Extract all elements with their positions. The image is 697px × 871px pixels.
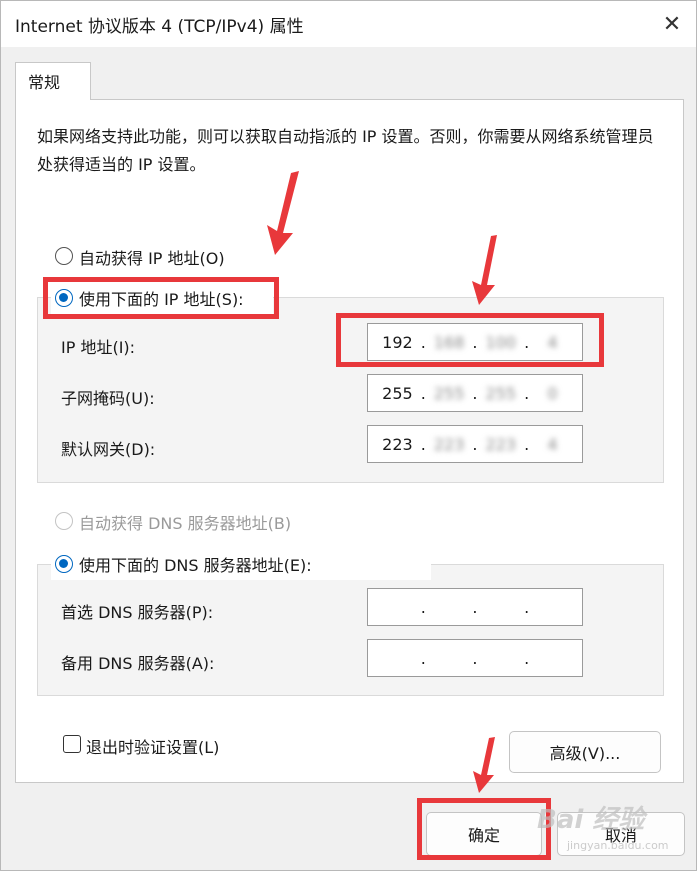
dialog-window: Internet 协议版本 4 (TCP/IPv4) 属性 ✕ 常规 如果网络支…	[0, 0, 697, 871]
validate-on-exit-checkbox[interactable]	[63, 735, 81, 753]
radio-manual-ip[interactable]	[55, 289, 73, 307]
ip-octet-1: 192	[382, 332, 413, 352]
window-title: Internet 协议版本 4 (TCP/IPv4) 属性	[15, 17, 304, 37]
radio-auto-ip[interactable]	[55, 247, 73, 265]
ip-octet-4: 4	[547, 332, 558, 352]
radio-manual-ip-label[interactable]: 使用下面的 IP 地址(S):	[79, 286, 244, 310]
gateway-octet-2: 223	[433, 434, 465, 454]
radio-auto-dns	[55, 512, 73, 530]
tab-general[interactable]: 常规	[15, 62, 91, 100]
mask-octet-2: 255	[433, 383, 465, 403]
gateway-octet-1: 223	[382, 434, 413, 454]
alternate-dns-label: 备用 DNS 服务器(A):	[61, 654, 215, 673]
ip-address-input[interactable]: 192. 168. 100. 4	[367, 323, 583, 361]
radio-manual-dns-label[interactable]: 使用下面的 DNS 服务器地址(E):	[79, 552, 312, 576]
title-bar: Internet 协议版本 4 (TCP/IPv4) 属性 ✕	[1, 1, 696, 47]
gateway-octet-3: 223	[485, 434, 517, 454]
watermark-url: jingyan.baidu.com	[567, 839, 669, 852]
description-text: 如果网络支持此功能，则可以获取自动指派的 IP 设置。否则，你需要从网络系统管理…	[37, 127, 654, 174]
alternate-dns-input[interactable]: . . .	[367, 639, 583, 677]
watermark-logo: Bai 经验	[537, 805, 645, 835]
mask-octet-3: 255	[485, 383, 517, 403]
advanced-button[interactable]: 高级(V)...	[509, 731, 661, 773]
close-button[interactable]: ✕	[649, 3, 695, 45]
radio-manual-dns[interactable]	[55, 555, 73, 573]
preferred-dns-input[interactable]: . . .	[367, 588, 583, 626]
mask-octet-4: 0	[547, 383, 558, 403]
preferred-dns-label: 首选 DNS 服务器(P):	[61, 603, 214, 622]
radio-auto-ip-label[interactable]: 自动获得 IP 地址(O)	[79, 245, 225, 269]
gateway-octet-4: 4	[547, 434, 558, 454]
ip-octet-2: 168	[433, 332, 465, 352]
ip-octet-3: 100	[485, 332, 517, 352]
validate-on-exit-label[interactable]: 退出时验证设置(L)	[86, 734, 219, 758]
radio-auto-dns-label: 自动获得 DNS 服务器地址(B)	[79, 514, 292, 533]
default-gateway-input[interactable]: 223. 223. 223. 4	[367, 425, 583, 463]
default-gateway-label: 默认网关(D):	[61, 440, 156, 459]
ok-button[interactable]: 确定	[426, 812, 542, 856]
mask-octet-1: 255	[382, 383, 413, 403]
ip-address-label: IP 地址(I):	[61, 338, 136, 357]
subnet-mask-input[interactable]: 255. 255. 255. 0	[367, 374, 583, 412]
subnet-mask-label: 子网掩码(U):	[61, 389, 155, 408]
